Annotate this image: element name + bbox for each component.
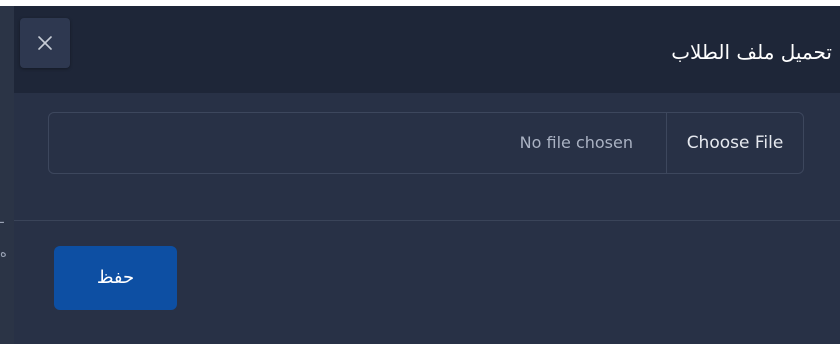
background-text-fragment: ـ xyxy=(0,212,4,227)
file-status-text: No file chosen xyxy=(519,133,633,152)
save-button[interactable]: حفظ xyxy=(54,246,177,310)
modal-body: No file chosen Choose File xyxy=(14,93,840,220)
file-input[interactable]: No file chosen Choose File xyxy=(48,112,804,174)
modal-footer: حفظ xyxy=(14,221,840,344)
modal-title: تحميل ملف الطلاب xyxy=(671,40,832,64)
choose-file-button[interactable]: Choose File xyxy=(666,113,803,173)
upload-students-modal: تحميل ملف الطلاب No file chosen Choose F… xyxy=(14,6,840,344)
background-text-fragment: ه xyxy=(0,246,7,261)
background-panel: ـ ه xyxy=(0,6,14,344)
close-icon xyxy=(38,36,52,50)
modal-header: تحميل ملف الطلاب xyxy=(14,6,840,93)
close-button[interactable] xyxy=(20,18,70,68)
